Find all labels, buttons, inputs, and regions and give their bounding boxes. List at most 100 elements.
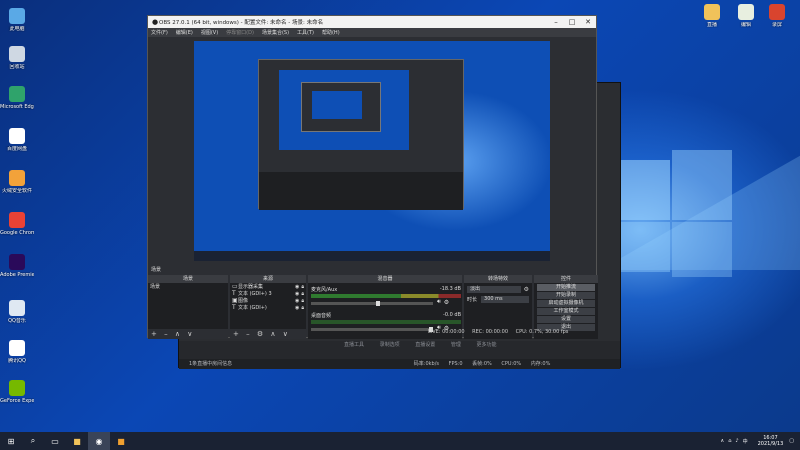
desktop-shortcut[interactable]: 直播 — [695, 4, 729, 28]
obs-window[interactable]: ● OBS 27.0.1 (64 bit, windows) - 配置文件: 未… — [147, 15, 598, 339]
obs-taskbar-icon[interactable]: ◉ — [88, 432, 110, 450]
desktop-shortcut[interactable]: 百度网盘 — [0, 128, 34, 152]
source-item[interactable]: ▭ 显示器采集 ◉ 🔒︎ — [230, 283, 306, 290]
lock-icon[interactable]: 🔒︎ — [301, 284, 304, 290]
app-taskbar-icon[interactable]: ■ — [110, 432, 132, 450]
preview-nested-window — [258, 59, 464, 210]
app-icon — [9, 46, 25, 62]
minimize-icon[interactable]: – — [548, 18, 564, 26]
source-item[interactable]: T 文本 (GDI+) 3 ◉ 🔒︎ — [230, 290, 306, 297]
desktop: 此电脑回收站 Microsoft Edge 百度网盘火绒安全软件 Google Chr… — [0, 0, 800, 432]
source-label: 文本 (GDI+) — [238, 305, 267, 311]
tray-up-icon[interactable]: ∧ — [721, 438, 725, 444]
start-virtual-camera-button[interactable]: 启动虚拟摄像机 — [537, 300, 595, 307]
bg-menu-item[interactable]: 管理 — [451, 342, 461, 348]
network-icon[interactable]: ⌂ — [728, 438, 731, 444]
desktop-shortcut[interactable]: Google Chrome — [0, 212, 34, 236]
sources-dock-title: 来源 — [230, 275, 306, 283]
clock[interactable]: 16:07 2021/9/13 — [758, 435, 784, 447]
obs-titlebar[interactable]: ● OBS 27.0.1 (64 bit, windows) - 配置文件: 未… — [148, 16, 596, 28]
file-explorer-icon[interactable]: ■ — [66, 432, 88, 450]
volume-fader[interactable] — [311, 300, 433, 306]
eye-icon[interactable]: ◉ — [295, 284, 299, 290]
desktop-shortcut-label: QQ音乐 — [8, 318, 26, 324]
desktop-shortcut[interactable]: Microsoft Edge — [0, 86, 34, 110]
gear-icon[interactable]: ⚙ — [444, 299, 449, 306]
mixer-channel: 麦克风/Aux -18.3 dB 🔊︎ ⚙ — [311, 286, 461, 306]
menu-file[interactable]: 文件(F) — [151, 29, 168, 36]
scene-item[interactable]: 场景 — [148, 283, 228, 290]
gear-icon[interactable]: ⚙ — [524, 286, 529, 293]
desktop-shortcut[interactable]: 回收站 — [0, 46, 34, 70]
desktop-shortcut[interactable]: 录屏 — [760, 4, 794, 28]
desktop-shortcut[interactable]: 腾讯QQ — [0, 340, 34, 364]
wallpaper-pane — [672, 150, 732, 220]
lock-icon[interactable]: 🔒︎ — [301, 298, 304, 304]
close-icon[interactable]: ✕ — [580, 18, 596, 26]
start-streaming-button[interactable]: 开始推流 — [537, 284, 595, 291]
preview-nested-screen-inner — [312, 91, 362, 119]
eye-icon[interactable]: ◉ — [295, 291, 299, 297]
menu-view[interactable]: 视图(V) — [201, 29, 218, 36]
desktop-shortcut[interactable]: 火绒安全软件 — [0, 170, 34, 194]
menu-help[interactable]: 帮助(H) — [322, 29, 340, 36]
desktop-shortcut[interactable]: QQ音乐 — [0, 300, 34, 324]
search-icon[interactable]: ⌕ — [22, 432, 44, 450]
task-view-icon[interactable]: ▭ — [44, 432, 66, 450]
desktop-shortcut-label: GeForce Experience — [0, 398, 34, 404]
preview-taskbar — [194, 251, 550, 261]
bg-menu-item[interactable]: 录制选项 — [380, 342, 400, 348]
source-item[interactable]: T 文本 (GDI+) ◉ 🔒︎ — [230, 304, 306, 311]
desktop-shortcut-label: Google Chrome — [0, 230, 34, 236]
system-tray: ∧ ⌂ ♪ 中 16:07 2021/9/13 ▢ — [721, 432, 794, 450]
desktop-shortcut-label: 回收站 — [9, 64, 25, 70]
ime-icon[interactable]: 中 — [743, 438, 748, 445]
volume-icon[interactable]: ♪ — [735, 438, 738, 444]
source-item[interactable]: ▣ 图像 ◉ 🔒︎ — [230, 297, 306, 304]
desktop-shortcut[interactable]: 编辑 — [729, 4, 763, 28]
obs-menubar: 文件(F) 编辑(E) 视图(V) 停靠窗口(D) 场景集合(S) 工具(T) … — [148, 28, 596, 37]
app-icon — [9, 128, 25, 144]
file-icon — [704, 4, 720, 20]
desktop-shortcut-label: 直播 — [706, 22, 717, 28]
start-windows-icon[interactable]: ⊞ — [0, 432, 22, 450]
start-recording-button[interactable]: 开始录制 — [537, 292, 595, 299]
volume-meter — [311, 320, 461, 324]
controls-dock-title: 控件 — [534, 275, 598, 283]
menu-edit[interactable]: 编辑(E) — [176, 29, 193, 36]
eye-icon[interactable]: ◉ — [295, 298, 299, 304]
menu-docks[interactable]: 停靠窗口(D) — [226, 29, 254, 36]
wallpaper-pane — [672, 222, 732, 277]
obs-preview[interactable] — [194, 41, 550, 261]
transition-select[interactable]: 淡出 — [467, 286, 521, 293]
studio-mode-button[interactable]: 工作室模式 — [537, 308, 595, 315]
speaker-icon[interactable]: 🔊︎ — [437, 298, 441, 306]
settings-button[interactable]: 设置 — [537, 316, 595, 323]
fader-knob[interactable] — [376, 300, 380, 306]
preview-nested-screen — [279, 70, 409, 150]
menu-tools[interactable]: 工具(T) — [297, 29, 314, 36]
lock-icon[interactable]: 🔒︎ — [301, 291, 304, 297]
bg-menu-item[interactable]: 直播工具 — [344, 342, 364, 348]
desktop-shortcut[interactable]: Adobe Premiere — [0, 254, 34, 278]
notification-icon[interactable]: ▢ — [789, 438, 794, 444]
menu-scene-collection[interactable]: 场景集合(S) — [262, 29, 289, 36]
desktop-shortcut[interactable]: 此电脑 — [0, 8, 34, 32]
desktop-shortcut[interactable]: GeForce Experience — [0, 380, 34, 404]
desktop-shortcut-label: 编辑 — [740, 22, 751, 28]
current-scene-label: 场景 — [151, 267, 162, 273]
channel-name: 麦克风/Aux — [311, 287, 338, 293]
scene-label-bar: 场景 — [148, 263, 596, 275]
wallpaper-pane — [620, 160, 670, 220]
bg-menu-item[interactable]: 直播设置 — [415, 342, 435, 348]
maximize-icon[interactable]: □ — [564, 18, 580, 26]
bg-menu-item[interactable]: 更多功能 — [476, 342, 496, 348]
app-icon — [9, 8, 25, 24]
preview-nested-window-inner — [301, 82, 381, 132]
mixer-dock-title: 混音器 — [308, 275, 462, 283]
scenes-dock-title: 场景 — [148, 275, 228, 283]
lock-icon[interactable]: 🔒︎ — [301, 305, 304, 311]
eye-icon[interactable]: ◉ — [295, 305, 299, 311]
wallpaper-pane — [620, 222, 670, 272]
duration-input[interactable]: 300 ms — [481, 296, 529, 303]
